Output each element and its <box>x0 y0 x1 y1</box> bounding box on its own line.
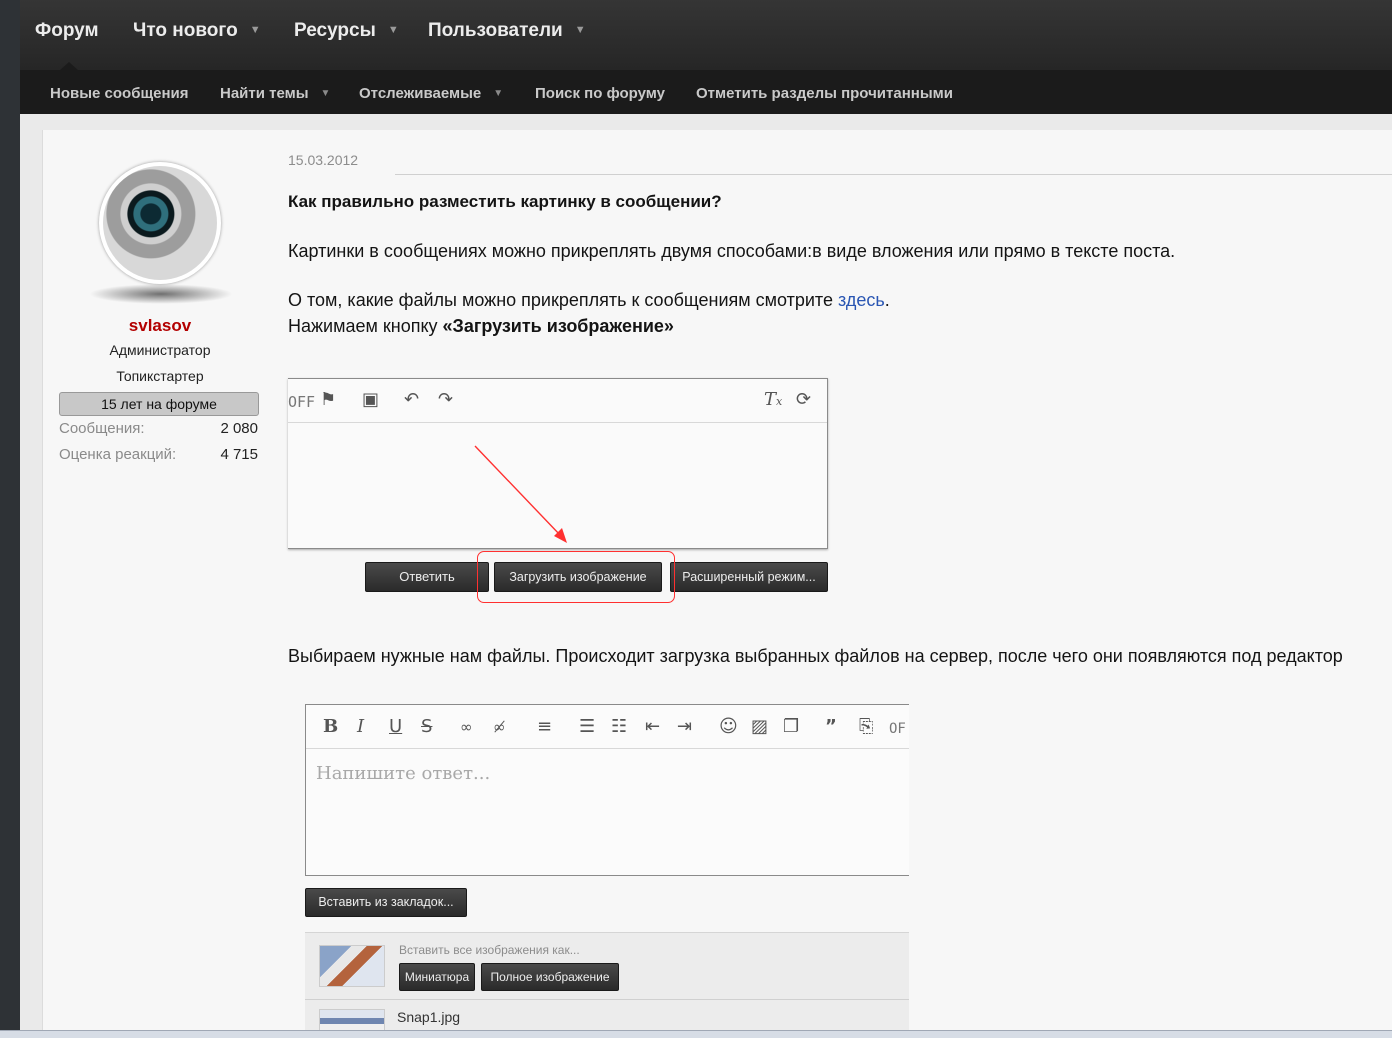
main-navigation: Форум Что нового ▼ Ресурсы ▼ Пользователи ▼ <box>20 0 1392 70</box>
divider <box>305 999 909 1000</box>
subnav-watched[interactable]: Отслеживаемые ▼ <box>359 85 503 102</box>
insert-from-bookmarks-button[interactable]: Вставить из закладок... <box>305 888 467 917</box>
avatar-image <box>103 166 217 280</box>
user-title: Администратор <box>109 342 211 358</box>
sub-navigation: Новые сообщения Найти темы ▼ Отслеживаемы… <box>20 70 1392 114</box>
stat-reactions-value: 4 715 <box>220 446 258 463</box>
nav-tab-forum[interactable]: Форум <box>35 20 99 42</box>
chevron-down-icon[interactable]: ▼ <box>250 24 261 36</box>
post-date[interactable]: 15.03.2012 <box>288 152 358 168</box>
advanced-mode-button[interactable]: Расширенный режим... <box>670 562 828 592</box>
stat-messages-label: Сообщения: <box>59 420 145 437</box>
redo-icon[interactable]: ↷ <box>438 390 453 410</box>
strike-icon[interactable]: S <box>421 717 432 737</box>
smilie-icon[interactable]: ☺ <box>719 717 738 737</box>
link-icon[interactable]: ∞ <box>460 717 473 737</box>
restore-icon[interactable]: ⟳ <box>796 390 811 410</box>
forum-window: Форум Что нового ▼ Ресурсы ▼ Пользователи ▼… <box>20 0 1392 1038</box>
indent-icon[interactable]: ⇥ <box>677 717 692 737</box>
post-paragraph: Нажимаем кнопку «Загрузить изображение» <box>288 316 674 336</box>
image-icon[interactable]: ▨ <box>751 717 768 737</box>
chevron-down-icon[interactable]: ▼ <box>321 88 331 99</box>
bbcode-off-icon[interactable]: OFF <box>288 392 315 412</box>
remove-format-icon[interactable]: Tx <box>764 390 782 412</box>
thumbnail-button[interactable]: Миниатюра <box>399 963 475 991</box>
post-paragraph: Выбираем нужные нам файлы. Происходит за… <box>288 646 1343 666</box>
nav-tab-resources[interactable]: Ресурсы ▼ <box>294 20 399 42</box>
reply-button[interactable]: Ответить <box>365 562 489 592</box>
quote-icon[interactable]: ” <box>825 717 837 737</box>
nav-tab-whats-new[interactable]: Что нового ▼ <box>133 20 261 42</box>
chevron-down-icon[interactable]: ▼ <box>388 24 399 36</box>
align-icon[interactable]: ≡ <box>537 717 552 737</box>
chevron-down-icon[interactable]: ▼ <box>575 24 586 36</box>
code-icon[interactable]: ⎘ <box>859 717 873 737</box>
avatar-shadow <box>89 284 233 304</box>
underline-icon[interactable]: U <box>389 717 402 737</box>
post-heading: Как правильно разместить картинку в сооб… <box>288 192 722 211</box>
bullet-list-icon[interactable]: ☰ <box>579 717 595 737</box>
stat-reactions-label: Оценка реакций: <box>59 446 177 463</box>
active-tab-pointer <box>60 62 78 70</box>
undo-icon[interactable]: ↶ <box>404 390 419 410</box>
editor-toolbar: B I U S ∞ ∞̸ ≡ ☰ ☷ ⇤ ⇥ ☺ ▨ ❐ ” ⎘ OF <box>306 705 909 749</box>
outdent-icon[interactable]: ⇤ <box>645 717 660 737</box>
avatar[interactable] <box>99 162 221 284</box>
os-taskbar <box>0 1030 1392 1038</box>
italic-icon[interactable]: I <box>357 717 364 737</box>
divider <box>395 174 1392 175</box>
subnav-mark-read[interactable]: Отметить разделы прочитанными <box>696 85 953 102</box>
save-icon[interactable]: ▣ <box>362 390 379 410</box>
post-paragraph: О том, какие файлы можно прикреплять к с… <box>288 290 890 310</box>
editor-screenshot-2: B I U S ∞ ∞̸ ≡ ☰ ☷ ⇤ ⇥ ☺ ▨ ❐ ” ⎘ OF Напи… <box>305 704 909 876</box>
subnav-find-threads[interactable]: Найти темы ▼ <box>220 85 330 102</box>
chevron-down-icon[interactable]: ▼ <box>493 88 503 99</box>
unlink-icon[interactable]: ∞̸ <box>493 717 506 737</box>
bbcode-off-icon[interactable]: OF <box>889 719 906 739</box>
post-message: svlasov Администратор Топикстартер 15 ле… <box>42 130 1392 1038</box>
subnav-search-forums[interactable]: Поиск по форуму <box>535 85 665 102</box>
attachment-file-name[interactable]: Snap1.jpg <box>397 1009 460 1025</box>
media-icon[interactable]: ❐ <box>783 717 799 737</box>
flag-icon[interactable]: ⚑ <box>320 390 336 410</box>
post-paragraph: Картинки в сообщениях можно прикреплять … <box>288 241 1176 261</box>
nav-tab-members[interactable]: Пользователи ▼ <box>428 20 586 42</box>
link-here[interactable]: здесь <box>838 290 885 310</box>
annotation-highlight <box>477 551 675 603</box>
subnav-new-posts[interactable]: Новые сообщения <box>50 85 189 102</box>
full-image-button[interactable]: Полное изображение <box>481 963 619 991</box>
stat-messages-value: 2 080 <box>220 420 258 437</box>
reply-textarea-placeholder[interactable]: Напишите ответ... <box>316 763 490 784</box>
bold-icon[interactable]: B <box>323 717 338 737</box>
annotation-arrow <box>474 445 567 543</box>
attachments-area: Вставить все изображения как... Миниатюр… <box>305 932 909 1038</box>
insert-all-label: Вставить все изображения как... <box>399 943 580 957</box>
user-role: Топикстартер <box>116 368 204 384</box>
editor-toolbar: OFF ⚑ ▣ ↶ ↷ Tx ⟳ <box>288 379 827 423</box>
user-banner: 15 лет на форуме <box>59 392 259 416</box>
numbered-list-icon[interactable]: ☷ <box>611 717 627 737</box>
attachment-thumbnail-icon <box>319 945 385 987</box>
username[interactable]: svlasov <box>43 316 277 336</box>
